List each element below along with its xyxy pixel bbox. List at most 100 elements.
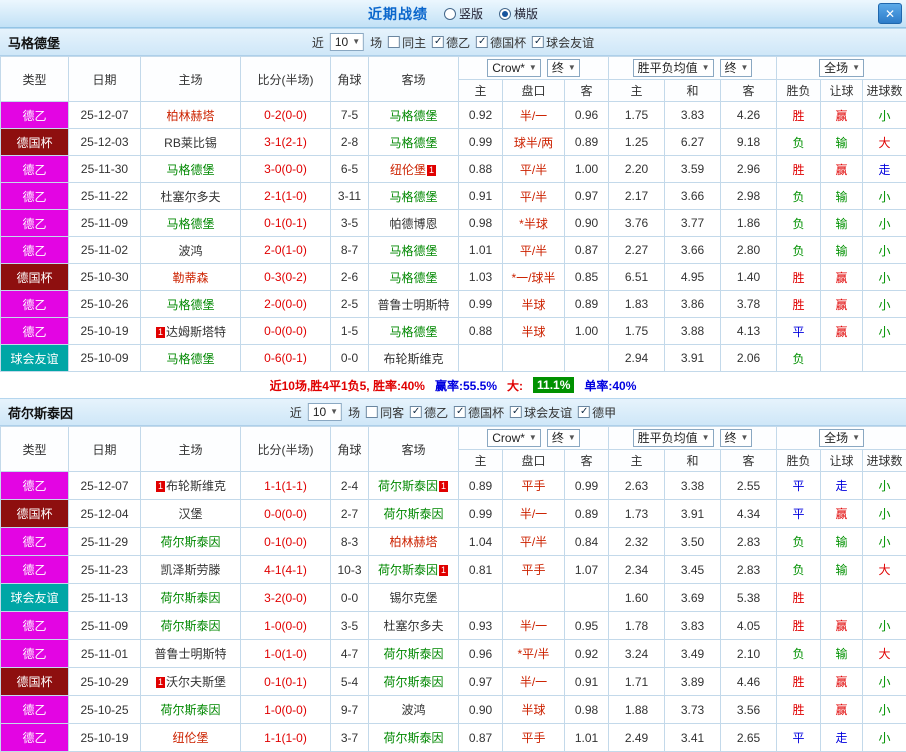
- filter-checkbox-1[interactable]: 德乙: [410, 404, 448, 421]
- corner-cell: 1-5: [331, 318, 369, 345]
- team-link[interactable]: 马格德堡: [166, 163, 214, 177]
- match-row: 德乙25-10-25荷尔斯泰因1-0(0-0)9-7波鸿0.90半球0.981.…: [1, 696, 906, 724]
- team-link[interactable]: 马格德堡: [389, 136, 437, 150]
- league-type-cell: 德乙: [1, 291, 69, 318]
- result-wdl-cell: 负: [777, 129, 821, 156]
- away-team-cell: 荷尔斯泰因: [369, 500, 459, 528]
- away-team-cell: 荷尔斯泰因1: [369, 556, 459, 584]
- team-link[interactable]: 柏林赫塔: [166, 109, 214, 123]
- away-team-cell: 柏林赫塔: [369, 528, 459, 556]
- near-label: 近: [312, 34, 324, 51]
- team-link[interactable]: 荷尔斯泰因: [383, 507, 443, 521]
- result-handicap-cell: 赢: [821, 696, 863, 724]
- avg-draw-cell: 3.66: [665, 237, 721, 264]
- filter-checkbox-2[interactable]: 德国杯: [454, 404, 504, 421]
- team-link[interactable]: 杜塞尔多夫: [383, 619, 443, 633]
- date-cell: 25-10-26: [69, 291, 141, 318]
- avg-select[interactable]: 胜平负均值▼: [633, 429, 714, 447]
- team-link[interactable]: 柏林赫塔: [389, 535, 437, 549]
- layout-radio-horizontal[interactable]: 横版: [499, 5, 538, 22]
- team-link[interactable]: 荷尔斯泰因: [160, 619, 220, 633]
- result-wdl-cell: 胜: [777, 291, 821, 318]
- home-team-cell: 普鲁士明斯特: [141, 640, 241, 668]
- filter-checkbox-1[interactable]: 德乙: [432, 34, 470, 51]
- team-link[interactable]: 马格德堡: [389, 325, 437, 339]
- team-link[interactable]: 帕德博恩: [389, 217, 437, 231]
- layout-radio-vertical[interactable]: 竖版: [444, 5, 483, 22]
- team-link[interactable]: 马格德堡: [389, 190, 437, 204]
- avg-time-select[interactable]: 终▼: [720, 429, 753, 447]
- result-handicap-cell: 走: [821, 724, 863, 752]
- team-header: 荷尔斯泰因近10▼场同客德乙德国杯球会友谊德甲: [0, 398, 906, 426]
- team-link[interactable]: 杜塞尔多夫: [160, 190, 220, 204]
- team-link[interactable]: 荷尔斯泰因: [383, 731, 443, 745]
- team-link[interactable]: 凯泽斯劳滕: [160, 563, 220, 577]
- bookmaker-select[interactable]: Crow*▼: [487, 429, 541, 447]
- team-link[interactable]: 荷尔斯泰因: [383, 647, 443, 661]
- team-link[interactable]: 荷尔斯泰因: [160, 591, 220, 605]
- match-count-select[interactable]: 10▼: [330, 33, 364, 51]
- odds-home-cell: 0.93: [459, 612, 503, 640]
- odds-home-cell: 0.90: [459, 696, 503, 724]
- team-link[interactable]: 普鲁士明斯特: [154, 647, 226, 661]
- team-link[interactable]: 马格德堡: [166, 217, 214, 231]
- col-avg-home: 主: [609, 450, 665, 472]
- match-count-select[interactable]: 10▼: [308, 403, 342, 421]
- team-link[interactable]: 勒蒂森: [172, 271, 208, 285]
- avg-time-select[interactable]: 终▼: [720, 59, 753, 77]
- odds-home-cell: 0.81: [459, 556, 503, 584]
- bookmaker-select[interactable]: Crow*▼: [487, 59, 541, 77]
- team-link[interactable]: 纽伦堡: [390, 163, 426, 177]
- team-link[interactable]: 波鸿: [178, 244, 202, 258]
- team-link[interactable]: 纽伦堡: [172, 731, 208, 745]
- team-link[interactable]: 马格德堡: [166, 298, 214, 312]
- avg-draw-cell: 3.83: [665, 102, 721, 129]
- team-link[interactable]: 普鲁士明斯特: [377, 298, 449, 312]
- avg-away-cell: 2.10: [721, 640, 777, 668]
- team-link[interactable]: 布轮斯维克: [166, 479, 226, 493]
- avg-home-cell: 2.17: [609, 183, 665, 210]
- filter-checkbox-0[interactable]: 同主: [388, 34, 426, 51]
- result-goals-cell: 小: [863, 237, 906, 264]
- odds-home-cell: 0.88: [459, 318, 503, 345]
- match-row: 德乙25-11-09马格德堡0-1(0-1)3-5帕德博恩0.98*半球0.90…: [1, 210, 906, 237]
- team-link[interactable]: 马格德堡: [389, 271, 437, 285]
- avg-away-cell: 2.65: [721, 724, 777, 752]
- scope-select[interactable]: 全场▼: [819, 59, 864, 77]
- team-link[interactable]: 荷尔斯泰因: [383, 675, 443, 689]
- filter-checkbox-4[interactable]: 德甲: [578, 404, 616, 421]
- team-link[interactable]: 达姆斯塔特: [166, 325, 226, 339]
- odds-time-select[interactable]: 终▼: [547, 429, 580, 447]
- filter-checkbox-2[interactable]: 德国杯: [476, 34, 526, 51]
- odds-home-cell: 0.99: [459, 500, 503, 528]
- team-link[interactable]: 荷尔斯泰因: [378, 479, 438, 493]
- team-link[interactable]: 荷尔斯泰因: [160, 703, 220, 717]
- scope-select[interactable]: 全场▼: [819, 429, 864, 447]
- result-handicap-cell: 赢: [821, 156, 863, 183]
- team-link[interactable]: 汉堡: [178, 507, 202, 521]
- team-link[interactable]: 波鸿: [401, 703, 425, 717]
- odds-away-cell: 0.89: [565, 291, 609, 318]
- filter-checkbox-3[interactable]: 球会友谊: [532, 34, 594, 51]
- odds-time-select[interactable]: 终▼: [547, 59, 580, 77]
- team-link[interactable]: 沃尔夫斯堡: [166, 675, 226, 689]
- sections-container: 马格德堡近10▼场同主德乙德国杯球会友谊类型日期主场比分(半场)角球客场Crow…: [0, 28, 906, 752]
- avg-select[interactable]: 胜平负均值▼: [633, 59, 714, 77]
- avg-away-cell: 2.98: [721, 183, 777, 210]
- result-wdl-cell: 平: [777, 472, 821, 500]
- corner-cell: 3-7: [331, 724, 369, 752]
- team-link[interactable]: 布轮斯维克: [383, 352, 443, 366]
- team-link[interactable]: 锡尔克堡: [389, 591, 437, 605]
- filter-checkbox-0[interactable]: 同客: [366, 404, 404, 421]
- odds-home-cell: 0.99: [459, 129, 503, 156]
- team-link[interactable]: 荷尔斯泰因: [378, 563, 438, 577]
- team-link[interactable]: 马格德堡: [166, 352, 214, 366]
- team-link[interactable]: 马格德堡: [389, 244, 437, 258]
- team-link[interactable]: RB莱比锡: [164, 136, 217, 150]
- avg-home-cell: 2.27: [609, 237, 665, 264]
- filter-checkbox-3[interactable]: 球会友谊: [510, 404, 572, 421]
- match-row: 德乙25-12-071布轮斯维克1-1(1-1)2-4荷尔斯泰因10.89平手0…: [1, 472, 906, 500]
- team-link[interactable]: 马格德堡: [389, 109, 437, 123]
- close-button[interactable]: ✕: [878, 3, 902, 24]
- team-link[interactable]: 荷尔斯泰因: [160, 535, 220, 549]
